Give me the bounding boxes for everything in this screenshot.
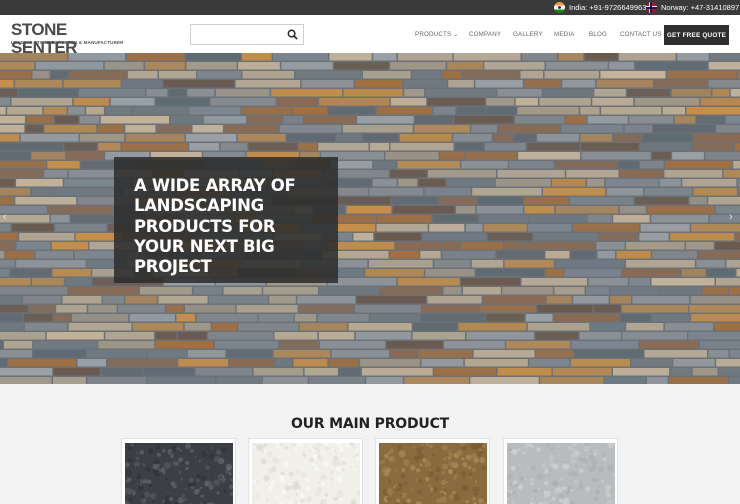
logo-text: STONE SENTER bbox=[11, 20, 77, 57]
nav-blog[interactable]: BLOG bbox=[589, 31, 607, 38]
granite-swatch bbox=[125, 443, 233, 504]
nav-company[interactable]: COMPANY bbox=[469, 31, 501, 38]
hero-caption-box: A WIDE ARRAY OF LANDSCAPING PRODUCTS FOR… bbox=[114, 157, 338, 283]
search-box bbox=[190, 24, 304, 45]
india-phone[interactable]: India: +91-9726649963 bbox=[569, 3, 646, 12]
site-logo[interactable]: STONE SENTER LEADING STONE EXPORTER & MA… bbox=[11, 21, 124, 57]
india-contact[interactable]: India: +91-9726649963 bbox=[554, 2, 646, 13]
nav-gallery[interactable]: GALLERY bbox=[513, 31, 543, 38]
product-card-granite[interactable] bbox=[121, 438, 236, 504]
hero-banner: A WIDE ARRAY OF LANDSCAPING PRODUCTS FOR… bbox=[0, 53, 740, 384]
section-title: OUR MAIN PRODUCT bbox=[290, 416, 450, 432]
marble-swatch bbox=[252, 443, 360, 504]
logo-tagline: LEADING STONE EXPORTER & MANUFACTURER bbox=[11, 40, 124, 45]
norway-contact[interactable]: Norway: +47-31410897 bbox=[646, 2, 739, 13]
india-flag-icon bbox=[554, 2, 565, 13]
product-card-limestone[interactable] bbox=[503, 438, 618, 504]
chevron-down-icon: ⌄ bbox=[453, 32, 459, 38]
get-free-quote-button[interactable]: GET FREE QUOTE bbox=[664, 25, 729, 45]
norway-flag-icon bbox=[646, 2, 657, 13]
top-contact-bar: India: +91-9726649963 Norway: +47-314108… bbox=[0, 0, 740, 15]
search-icon[interactable] bbox=[287, 29, 298, 40]
nav-media[interactable]: MEDIA bbox=[554, 31, 575, 38]
product-card-sandstone[interactable] bbox=[375, 438, 490, 504]
hero-headline: A WIDE ARRAY OF LANDSCAPING PRODUCTS FOR… bbox=[134, 176, 296, 277]
slider-next-icon[interactable]: › bbox=[729, 211, 737, 223]
slider-prev-icon[interactable]: ‹ bbox=[3, 211, 11, 223]
nav-products-label: PRODUCTS bbox=[415, 31, 452, 38]
nav-products[interactable]: PRODUCTS ⌄ bbox=[415, 31, 458, 38]
stone-wall-image bbox=[0, 53, 740, 384]
site-header: STONE SENTER LEADING STONE EXPORTER & MA… bbox=[0, 15, 740, 57]
limestone-swatch bbox=[507, 443, 615, 504]
nav-contact-us[interactable]: CONTACT US bbox=[620, 31, 662, 38]
norway-phone[interactable]: Norway: +47-31410897 bbox=[661, 3, 739, 12]
sandstone-swatch bbox=[379, 443, 487, 504]
search-input[interactable] bbox=[191, 26, 281, 45]
product-card-marble[interactable] bbox=[248, 438, 363, 504]
